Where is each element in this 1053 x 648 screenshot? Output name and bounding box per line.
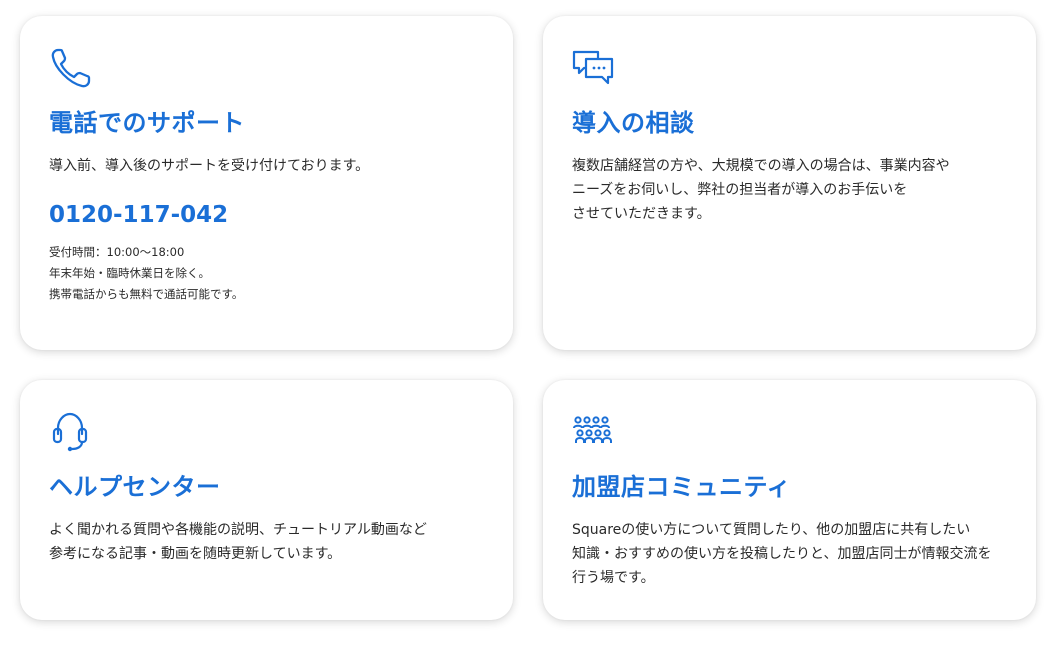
- consultation-card[interactable]: 導入の相談 複数店舗経営の方や、大規模での導入の場合は、事業内容や ニーズをお伺…: [543, 16, 1036, 350]
- card-title: 電話でのサポート: [49, 109, 245, 137]
- card-title: 導入の相談: [572, 109, 695, 137]
- card-description: Squareの使い方について質問したり、他の加盟店に共有したい 知識・おすすめの…: [572, 518, 1007, 590]
- description-line: 複数店舗経営の方や、大規模での導入の場合は、事業内容や: [572, 158, 950, 174]
- card-description: 導入前、導入後のサポートを受け付けております。: [49, 154, 484, 178]
- description-line: 導入前、導入後のサポートを受け付けております。: [49, 158, 370, 174]
- card-description: 複数店舗経営の方や、大規模での導入の場合は、事業内容や ニーズをお伺いし、弊社の…: [572, 154, 1007, 226]
- phone-number-link[interactable]: 0120-117-042: [49, 200, 484, 230]
- phone-hours-notes: 受付時間：10:00〜18:00 年末年始・臨時休業日を除く。 携帯電話からも無…: [49, 242, 484, 305]
- description-line: 参考になる記事・動画を随時更新しています。: [49, 546, 342, 562]
- support-options-grid: 電話でのサポート 導入前、導入後のサポートを受け付けております。 0120-11…: [0, 0, 1053, 648]
- community-card[interactable]: 加盟店コミュニティ Squareの使い方について質問したり、他の加盟店に共有した…: [543, 380, 1036, 620]
- phone-support-card: 電話でのサポート 導入前、導入後のサポートを受け付けております。 0120-11…: [20, 16, 513, 350]
- note-line: 携帯電話からも無料で通話可能です。: [49, 287, 244, 301]
- help-center-card[interactable]: ヘルプセンター よく聞かれる質問や各機能の説明、チュートリアル動画など 参考にな…: [20, 380, 513, 620]
- card-title: ヘルプセンター: [49, 473, 221, 501]
- description-line: よく聞かれる質問や各機能の説明、チュートリアル動画など: [49, 522, 427, 538]
- description-line: 知識・おすすめの使い方を投稿したりと、加盟店同士が情報交流を: [572, 546, 992, 562]
- description-line: 行う場です。: [572, 570, 655, 586]
- description-line: させていただきます。: [572, 206, 711, 222]
- card-title: 加盟店コミュニティ: [572, 473, 792, 501]
- chat-bubbles-icon: [572, 46, 616, 90]
- note-line: 受付時間：10:00〜18:00: [49, 245, 185, 259]
- description-line: Squareの使い方について質問したり、他の加盟店に共有したい: [572, 522, 971, 538]
- phone-icon: [49, 46, 93, 90]
- note-line: 年末年始・臨時休業日を除く。: [49, 266, 210, 280]
- community-icon: [572, 410, 616, 454]
- headset-icon: [49, 410, 93, 454]
- description-line: ニーズをお伺いし、弊社の担当者が導入のお手伝いを: [572, 182, 908, 198]
- card-description: よく聞かれる質問や各機能の説明、チュートリアル動画など 参考になる記事・動画を随…: [49, 518, 484, 566]
